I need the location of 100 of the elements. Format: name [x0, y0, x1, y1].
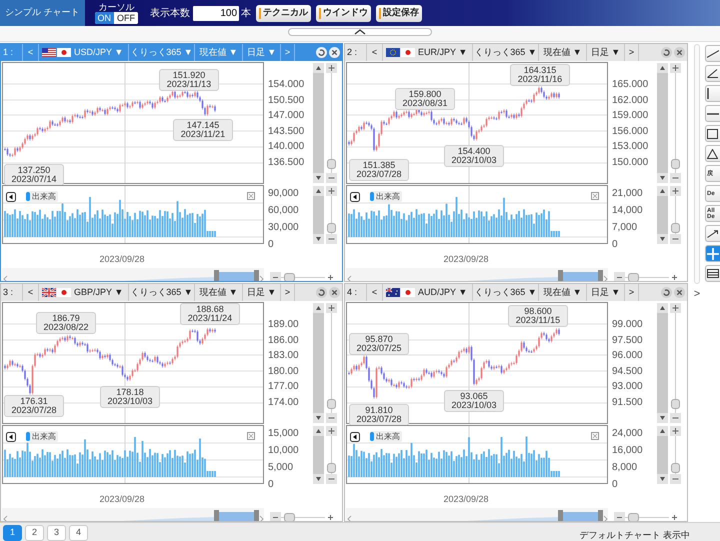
zoom-out-icon[interactable] [614, 512, 625, 521]
restore-icon[interactable] [316, 47, 327, 58]
slider-thumb[interactable] [327, 462, 336, 473]
toggle-option[interactable]: OFF [114, 12, 138, 24]
toolbar-button[interactable]: 設定保存 [376, 4, 422, 22]
tool-button[interactable] [705, 145, 720, 162]
zoom-out-icon[interactable] [614, 272, 625, 281]
market-dropdown[interactable]: くりっく365 ▼ [473, 284, 539, 301]
zoom-in-icon[interactable] [326, 426, 337, 436]
market-dropdown[interactable]: くりっく365 ▼ [129, 284, 195, 301]
zoom-out-icon[interactable] [670, 474, 681, 484]
currency-pair-dropdown[interactable]: GBP/JPY ▼ [74, 286, 124, 300]
cursor-toggle[interactable]: ON OFF [94, 12, 138, 24]
scroll-bar[interactable] [657, 303, 668, 423]
zoom-out-icon[interactable] [326, 173, 337, 183]
close-icon[interactable] [329, 287, 340, 298]
zoom-in-icon[interactable] [325, 512, 336, 521]
close-icon[interactable] [329, 47, 340, 58]
slider-thumb[interactable] [327, 398, 336, 408]
zoom-out-icon[interactable] [326, 474, 337, 484]
slider-thumb[interactable] [284, 513, 296, 521]
page-tab[interactable]: 1 [3, 525, 22, 541]
zoom-in-icon[interactable] [670, 426, 681, 436]
tool-button[interactable] [705, 225, 720, 242]
indicator-tag[interactable]: 出来高 [370, 431, 402, 442]
collapse-icon[interactable] [350, 432, 360, 442]
toolbar-button[interactable]: ウインドウ [316, 4, 372, 22]
zoom-slider[interactable] [326, 313, 337, 413]
period-dropdown[interactable]: 日足 ▼ [243, 284, 281, 301]
scroll-track[interactable] [694, 44, 700, 284]
scroll-bar[interactable] [657, 186, 668, 244]
zoom-in-icon[interactable] [670, 186, 681, 196]
zoom-out-icon[interactable] [270, 512, 281, 521]
tool-button[interactable] [705, 65, 720, 82]
price-type-dropdown[interactable]: 現在値 ▼ [195, 284, 243, 301]
restore-icon[interactable] [661, 47, 672, 58]
zoom-in-icon[interactable] [325, 272, 336, 281]
zoom-out-icon[interactable] [670, 234, 681, 244]
indicator-tag[interactable]: 出来高 [370, 191, 402, 202]
tool-button[interactable] [705, 265, 720, 282]
expand-icon[interactable] [591, 192, 599, 200]
zoom-in-icon[interactable] [326, 186, 337, 196]
scroll-bar[interactable] [657, 63, 668, 183]
next-button[interactable]: > [625, 284, 639, 301]
zoom-in-icon[interactable] [326, 303, 337, 313]
zoom-slider[interactable] [670, 436, 681, 474]
zoom-in-icon[interactable] [670, 63, 681, 73]
app-title-tab[interactable]: シンプル チャート [0, 0, 85, 26]
slider-thumb[interactable] [671, 462, 680, 473]
currency-pair-dropdown[interactable]: AUD/JPY ▼ [418, 286, 468, 300]
slider-thumb[interactable] [628, 273, 640, 281]
scroll-bar[interactable] [313, 186, 324, 244]
collapse-icon[interactable] [350, 192, 360, 202]
toolbar-button[interactable]: テクニカル [256, 4, 312, 22]
expand-icon[interactable] [247, 432, 255, 440]
slider-thumb[interactable] [671, 398, 680, 408]
slider-thumb[interactable] [671, 222, 680, 233]
close-icon[interactable] [674, 47, 685, 58]
scroll-bar[interactable] [313, 426, 324, 484]
page-tab[interactable]: 4 [69, 525, 88, 541]
slider-thumb[interactable] [628, 513, 640, 521]
slider-thumb[interactable] [327, 222, 336, 233]
market-dropdown[interactable]: くりっく365 ▼ [473, 44, 539, 61]
expand-icon[interactable] [247, 192, 255, 200]
page-tab[interactable]: 2 [25, 525, 44, 541]
previous-button[interactable]: < [23, 284, 39, 301]
period-dropdown[interactable]: 日足 ▼ [587, 44, 625, 61]
zoom-slider[interactable] [670, 313, 681, 413]
zoom-slider[interactable] [326, 196, 337, 234]
tool-button[interactable] [705, 105, 720, 122]
slider-thumb[interactable] [327, 158, 336, 168]
previous-button[interactable]: < [367, 284, 383, 301]
zoom-in-icon[interactable] [670, 303, 681, 313]
close-icon[interactable] [674, 287, 685, 298]
zoom-in-icon[interactable] [326, 63, 337, 73]
slider-thumb[interactable] [671, 158, 680, 168]
tool-button[interactable] [705, 45, 720, 62]
count-field[interactable]: 100 [193, 6, 240, 20]
zoom-slider[interactable] [670, 73, 681, 173]
zoom-out-icon[interactable] [670, 413, 681, 423]
currency-pair-dropdown[interactable]: EUR/JPY ▼ [418, 46, 468, 60]
scroll-bar[interactable] [313, 303, 324, 423]
collapse-icon[interactable] [6, 432, 16, 442]
restore-icon[interactable] [316, 287, 327, 298]
price-type-dropdown[interactable]: 現在値 ▼ [539, 284, 587, 301]
zoom-out-icon[interactable] [270, 272, 281, 281]
tool-button[interactable] [705, 125, 720, 142]
expand-panel-button[interactable]: > [694, 288, 700, 300]
zoom-out-icon[interactable] [670, 173, 681, 183]
next-button[interactable]: > [625, 44, 639, 61]
scroll-bar[interactable] [657, 426, 668, 484]
page-tab[interactable]: 3 [47, 525, 66, 541]
tool-button[interactable] [705, 85, 720, 102]
zoom-slider[interactable] [326, 73, 337, 173]
indicator-tag[interactable]: 出来高 [26, 431, 58, 442]
restore-icon[interactable] [661, 287, 672, 298]
zoom-out-icon[interactable] [326, 413, 337, 423]
previous-button[interactable]: < [367, 44, 383, 61]
period-dropdown[interactable]: 日足 ▼ [587, 284, 625, 301]
collapse-icon[interactable] [6, 192, 16, 202]
